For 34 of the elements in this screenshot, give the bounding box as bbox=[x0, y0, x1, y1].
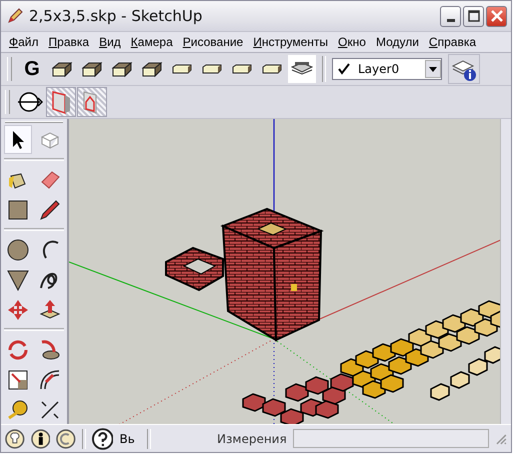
menu-item[interactable]: Камера bbox=[126, 35, 179, 49]
measurements-label: Измерения bbox=[217, 432, 287, 446]
layer-info-button[interactable] bbox=[448, 54, 480, 84]
resize-grip-icon[interactable] bbox=[495, 432, 507, 444]
maximize-icon bbox=[468, 10, 480, 22]
letter-circle-icon[interactable] bbox=[56, 428, 76, 448]
menu-item[interactable]: Рисование bbox=[178, 35, 250, 49]
arrow-tool-icon[interactable] bbox=[4, 125, 32, 154]
section-fill-icon[interactable] bbox=[46, 87, 76, 117]
menu-item[interactable]: Вид bbox=[95, 35, 127, 49]
menu-item[interactable]: Файл bbox=[5, 35, 45, 49]
minimize-icon bbox=[446, 18, 454, 22]
maximize-button[interactable] bbox=[463, 6, 484, 26]
menu-item[interactable]: Инструменты bbox=[249, 35, 334, 49]
help-icon[interactable] bbox=[92, 428, 114, 450]
layer-name: Layer0 bbox=[358, 62, 400, 76]
make-group-button[interactable]: G bbox=[18, 55, 46, 83]
person-icon[interactable] bbox=[30, 428, 50, 448]
menu-item[interactable]: Окно bbox=[334, 35, 372, 49]
section-cut-icon[interactable] bbox=[77, 87, 107, 117]
menu-item[interactable]: Модули bbox=[372, 35, 425, 49]
close-icon bbox=[490, 10, 502, 22]
layer-dropdown[interactable]: Layer0 bbox=[332, 58, 442, 80]
scrollbar[interactable] bbox=[500, 119, 511, 424]
window-title: 2,5x3,5.skp - SketchUp bbox=[29, 7, 204, 25]
menu-item[interactable]: Правка bbox=[44, 35, 96, 49]
lightbulb-icon[interactable] bbox=[5, 428, 25, 448]
measurements-field[interactable] bbox=[292, 429, 490, 448]
close-button[interactable] bbox=[486, 6, 507, 26]
minimize-button[interactable] bbox=[440, 6, 461, 26]
status-hint: Вь bbox=[119, 432, 136, 446]
menu-item[interactable]: Справка bbox=[424, 35, 482, 49]
layers-icon[interactable] bbox=[288, 55, 316, 83]
pencil-icon bbox=[7, 8, 23, 24]
